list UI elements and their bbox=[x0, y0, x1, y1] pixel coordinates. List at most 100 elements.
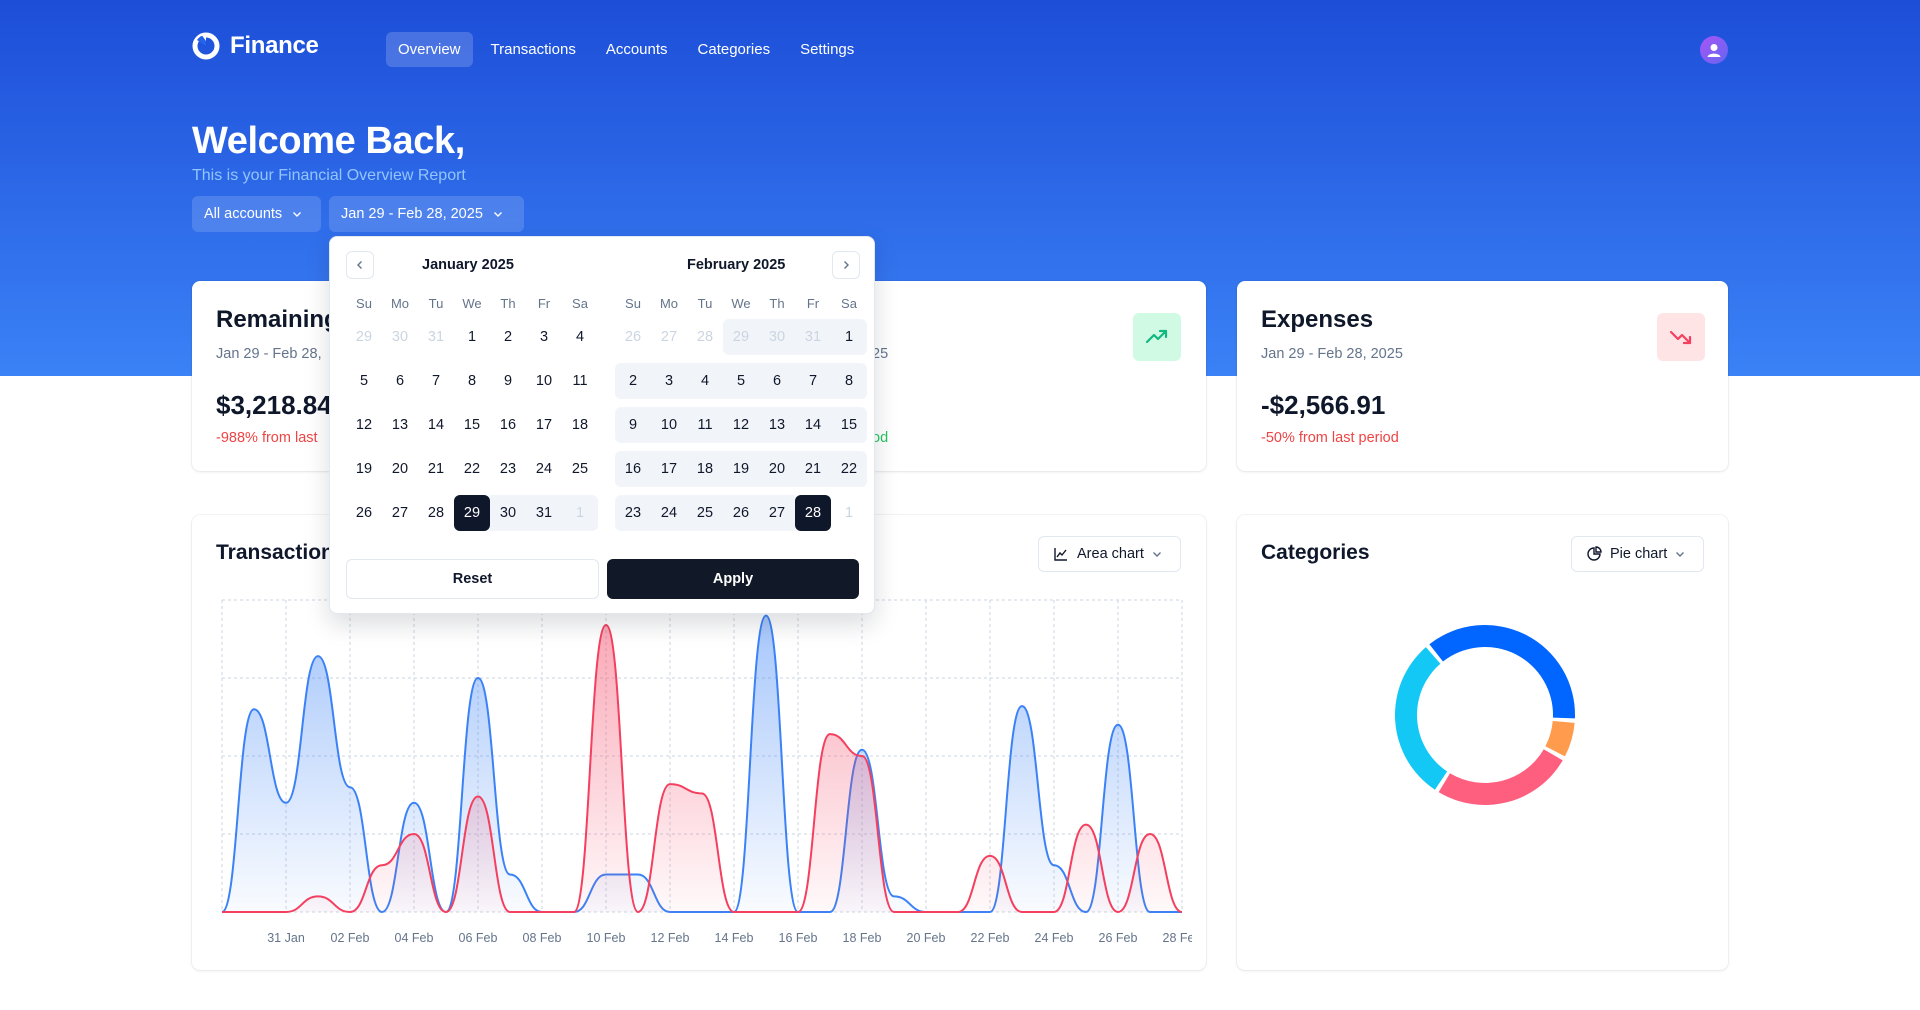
calendar-day[interactable]: 29 bbox=[723, 319, 759, 355]
calendar-day[interactable]: 6 bbox=[759, 363, 795, 399]
weekday-label: Th bbox=[769, 295, 785, 311]
apply-button[interactable]: Apply bbox=[607, 559, 859, 599]
calendar-day[interactable]: 18 bbox=[562, 407, 598, 443]
donut-slice[interactable] bbox=[1429, 625, 1575, 719]
calendar-day[interactable]: 9 bbox=[490, 363, 526, 399]
calendar-day[interactable]: 30 bbox=[759, 319, 795, 355]
chart-type-select[interactable]: Area chart bbox=[1038, 536, 1181, 572]
nav-item-settings[interactable]: Settings bbox=[788, 32, 866, 67]
calendar-day[interactable]: 14 bbox=[795, 407, 831, 443]
calendar-day[interactable]: 1 bbox=[562, 495, 598, 531]
nav-item-transactions[interactable]: Transactions bbox=[479, 32, 588, 67]
calendar-day[interactable]: 5 bbox=[346, 363, 382, 399]
calendar-day[interactable]: 29 bbox=[454, 495, 490, 531]
month-label-january: January 2025 bbox=[422, 257, 514, 273]
calendar-day[interactable]: 26 bbox=[346, 495, 382, 531]
calendar-day[interactable]: 26 bbox=[615, 319, 651, 355]
account-filter[interactable]: All accounts bbox=[192, 196, 321, 232]
calendar-day[interactable]: 23 bbox=[490, 451, 526, 487]
app-logo[interactable]: Finance bbox=[192, 32, 319, 60]
calendar-day[interactable]: 21 bbox=[795, 451, 831, 487]
calendar-day[interactable]: 1 bbox=[831, 319, 867, 355]
calendar-day[interactable]: 3 bbox=[651, 363, 687, 399]
date-range-filter[interactable]: Jan 29 - Feb 28, 2025 bbox=[329, 196, 524, 232]
calendar-day[interactable]: 3 bbox=[526, 319, 562, 355]
calendar-day[interactable]: 8 bbox=[454, 363, 490, 399]
calendar-day[interactable]: 8 bbox=[831, 363, 867, 399]
calendar-day[interactable]: 29 bbox=[346, 319, 382, 355]
calendar-day[interactable]: 24 bbox=[651, 495, 687, 531]
donut-slice[interactable] bbox=[1545, 720, 1575, 757]
calendar-day[interactable]: 1 bbox=[831, 495, 867, 531]
calendar-day[interactable]: 19 bbox=[346, 451, 382, 487]
calendar-day[interactable]: 12 bbox=[346, 407, 382, 443]
calendar-day[interactable]: 28 bbox=[795, 495, 831, 531]
calendar-day[interactable]: 4 bbox=[562, 319, 598, 355]
calendar-day[interactable]: 28 bbox=[418, 495, 454, 531]
calendar-day[interactable]: 31 bbox=[418, 319, 454, 355]
reset-button[interactable]: Reset bbox=[346, 559, 599, 599]
calendar-day[interactable]: 20 bbox=[759, 451, 795, 487]
calendar-day[interactable]: 22 bbox=[831, 451, 867, 487]
calendar-day[interactable]: 19 bbox=[723, 451, 759, 487]
calendar-day[interactable]: 27 bbox=[759, 495, 795, 531]
calendar-day[interactable]: 14 bbox=[418, 407, 454, 443]
calendar-day[interactable]: 11 bbox=[687, 407, 723, 443]
next-month-button[interactable] bbox=[832, 251, 860, 279]
calendar-day[interactable]: 16 bbox=[615, 451, 651, 487]
calendar-day[interactable]: 9 bbox=[615, 407, 651, 443]
calendar-day[interactable]: 22 bbox=[454, 451, 490, 487]
calendar-day[interactable]: 15 bbox=[831, 407, 867, 443]
date-range-filter-label: Jan 29 - Feb 28, 2025 bbox=[341, 206, 483, 222]
calendar-day[interactable]: 12 bbox=[723, 407, 759, 443]
weekday-label: Fr bbox=[806, 295, 820, 311]
calendar-day[interactable]: 24 bbox=[526, 451, 562, 487]
calendar-day[interactable]: 20 bbox=[382, 451, 418, 487]
calendar-day[interactable]: 11 bbox=[562, 363, 598, 399]
nav-item-categories[interactable]: Categories bbox=[686, 32, 783, 67]
calendar-day[interactable]: 10 bbox=[526, 363, 562, 399]
calendar-day[interactable]: 31 bbox=[795, 319, 831, 355]
expenses-change: -50% from last period bbox=[1261, 430, 1399, 446]
calendar-day[interactable]: 28 bbox=[687, 319, 723, 355]
calendar-day[interactable]: 17 bbox=[651, 451, 687, 487]
calendar-day[interactable]: 7 bbox=[418, 363, 454, 399]
category-chart-select[interactable]: Pie chart bbox=[1571, 536, 1704, 572]
calendar-day[interactable]: 4 bbox=[687, 363, 723, 399]
calendar-day[interactable]: 7 bbox=[795, 363, 831, 399]
calendar-day[interactable]: 2 bbox=[615, 363, 651, 399]
calendar-day[interactable]: 2 bbox=[490, 319, 526, 355]
page-title: Welcome Back, bbox=[192, 120, 465, 162]
calendar-day[interactable]: 30 bbox=[382, 319, 418, 355]
transactions-area-chart: 31 Jan 02 Feb 04 Feb 06 Feb 08 Feb 10 Feb 12 F… bbox=[221, 599, 1192, 945]
calendar-day[interactable]: 25 bbox=[562, 451, 598, 487]
calendar-day[interactable]: 10 bbox=[651, 407, 687, 443]
calendar-day[interactable]: 16 bbox=[490, 407, 526, 443]
chart-type-label: Area chart bbox=[1077, 546, 1144, 562]
calendar-day[interactable]: 6 bbox=[382, 363, 418, 399]
calendar-day[interactable]: 13 bbox=[759, 407, 795, 443]
nav-item-overview[interactable]: Overview bbox=[386, 32, 473, 67]
calendar-day[interactable]: 27 bbox=[651, 319, 687, 355]
calendar-day[interactable]: 18 bbox=[687, 451, 723, 487]
calendar-day[interactable]: 27 bbox=[382, 495, 418, 531]
prev-month-button[interactable] bbox=[346, 251, 374, 279]
calendar-day[interactable]: 21 bbox=[418, 451, 454, 487]
calendar-day[interactable]: 17 bbox=[526, 407, 562, 443]
nav-item-accounts[interactable]: Accounts bbox=[594, 32, 680, 67]
calendar-day[interactable]: 25 bbox=[687, 495, 723, 531]
user-icon bbox=[1707, 44, 1721, 57]
calendar-day[interactable]: 23 bbox=[615, 495, 651, 531]
calendar-day[interactable]: 30 bbox=[490, 495, 526, 531]
donut-slice[interactable] bbox=[1438, 749, 1563, 805]
expenses-amount: -$2,566.91 bbox=[1261, 390, 1386, 420]
calendar-day[interactable]: 5 bbox=[723, 363, 759, 399]
calendar-day[interactable]: 1 bbox=[454, 319, 490, 355]
calendar-day[interactable]: 15 bbox=[454, 407, 490, 443]
remaining-date: Jan 29 - Feb 28, bbox=[216, 346, 322, 362]
calendar-day[interactable]: 26 bbox=[723, 495, 759, 531]
calendar-day[interactable]: 13 bbox=[382, 407, 418, 443]
user-avatar[interactable] bbox=[1700, 36, 1728, 64]
donut-slice[interactable] bbox=[1395, 647, 1448, 790]
calendar-day[interactable]: 31 bbox=[526, 495, 562, 531]
